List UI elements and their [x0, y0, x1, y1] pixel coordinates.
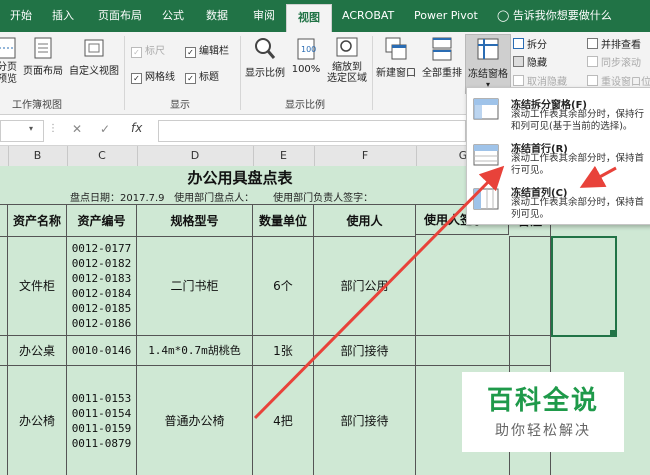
red-arrow-icon: [579, 165, 617, 188]
watermark: 百科全说 助你轻松解决: [462, 372, 624, 452]
watermark-title: 百科全说: [486, 386, 599, 416]
watermark-subtitle: 助你轻松解决: [495, 423, 591, 439]
